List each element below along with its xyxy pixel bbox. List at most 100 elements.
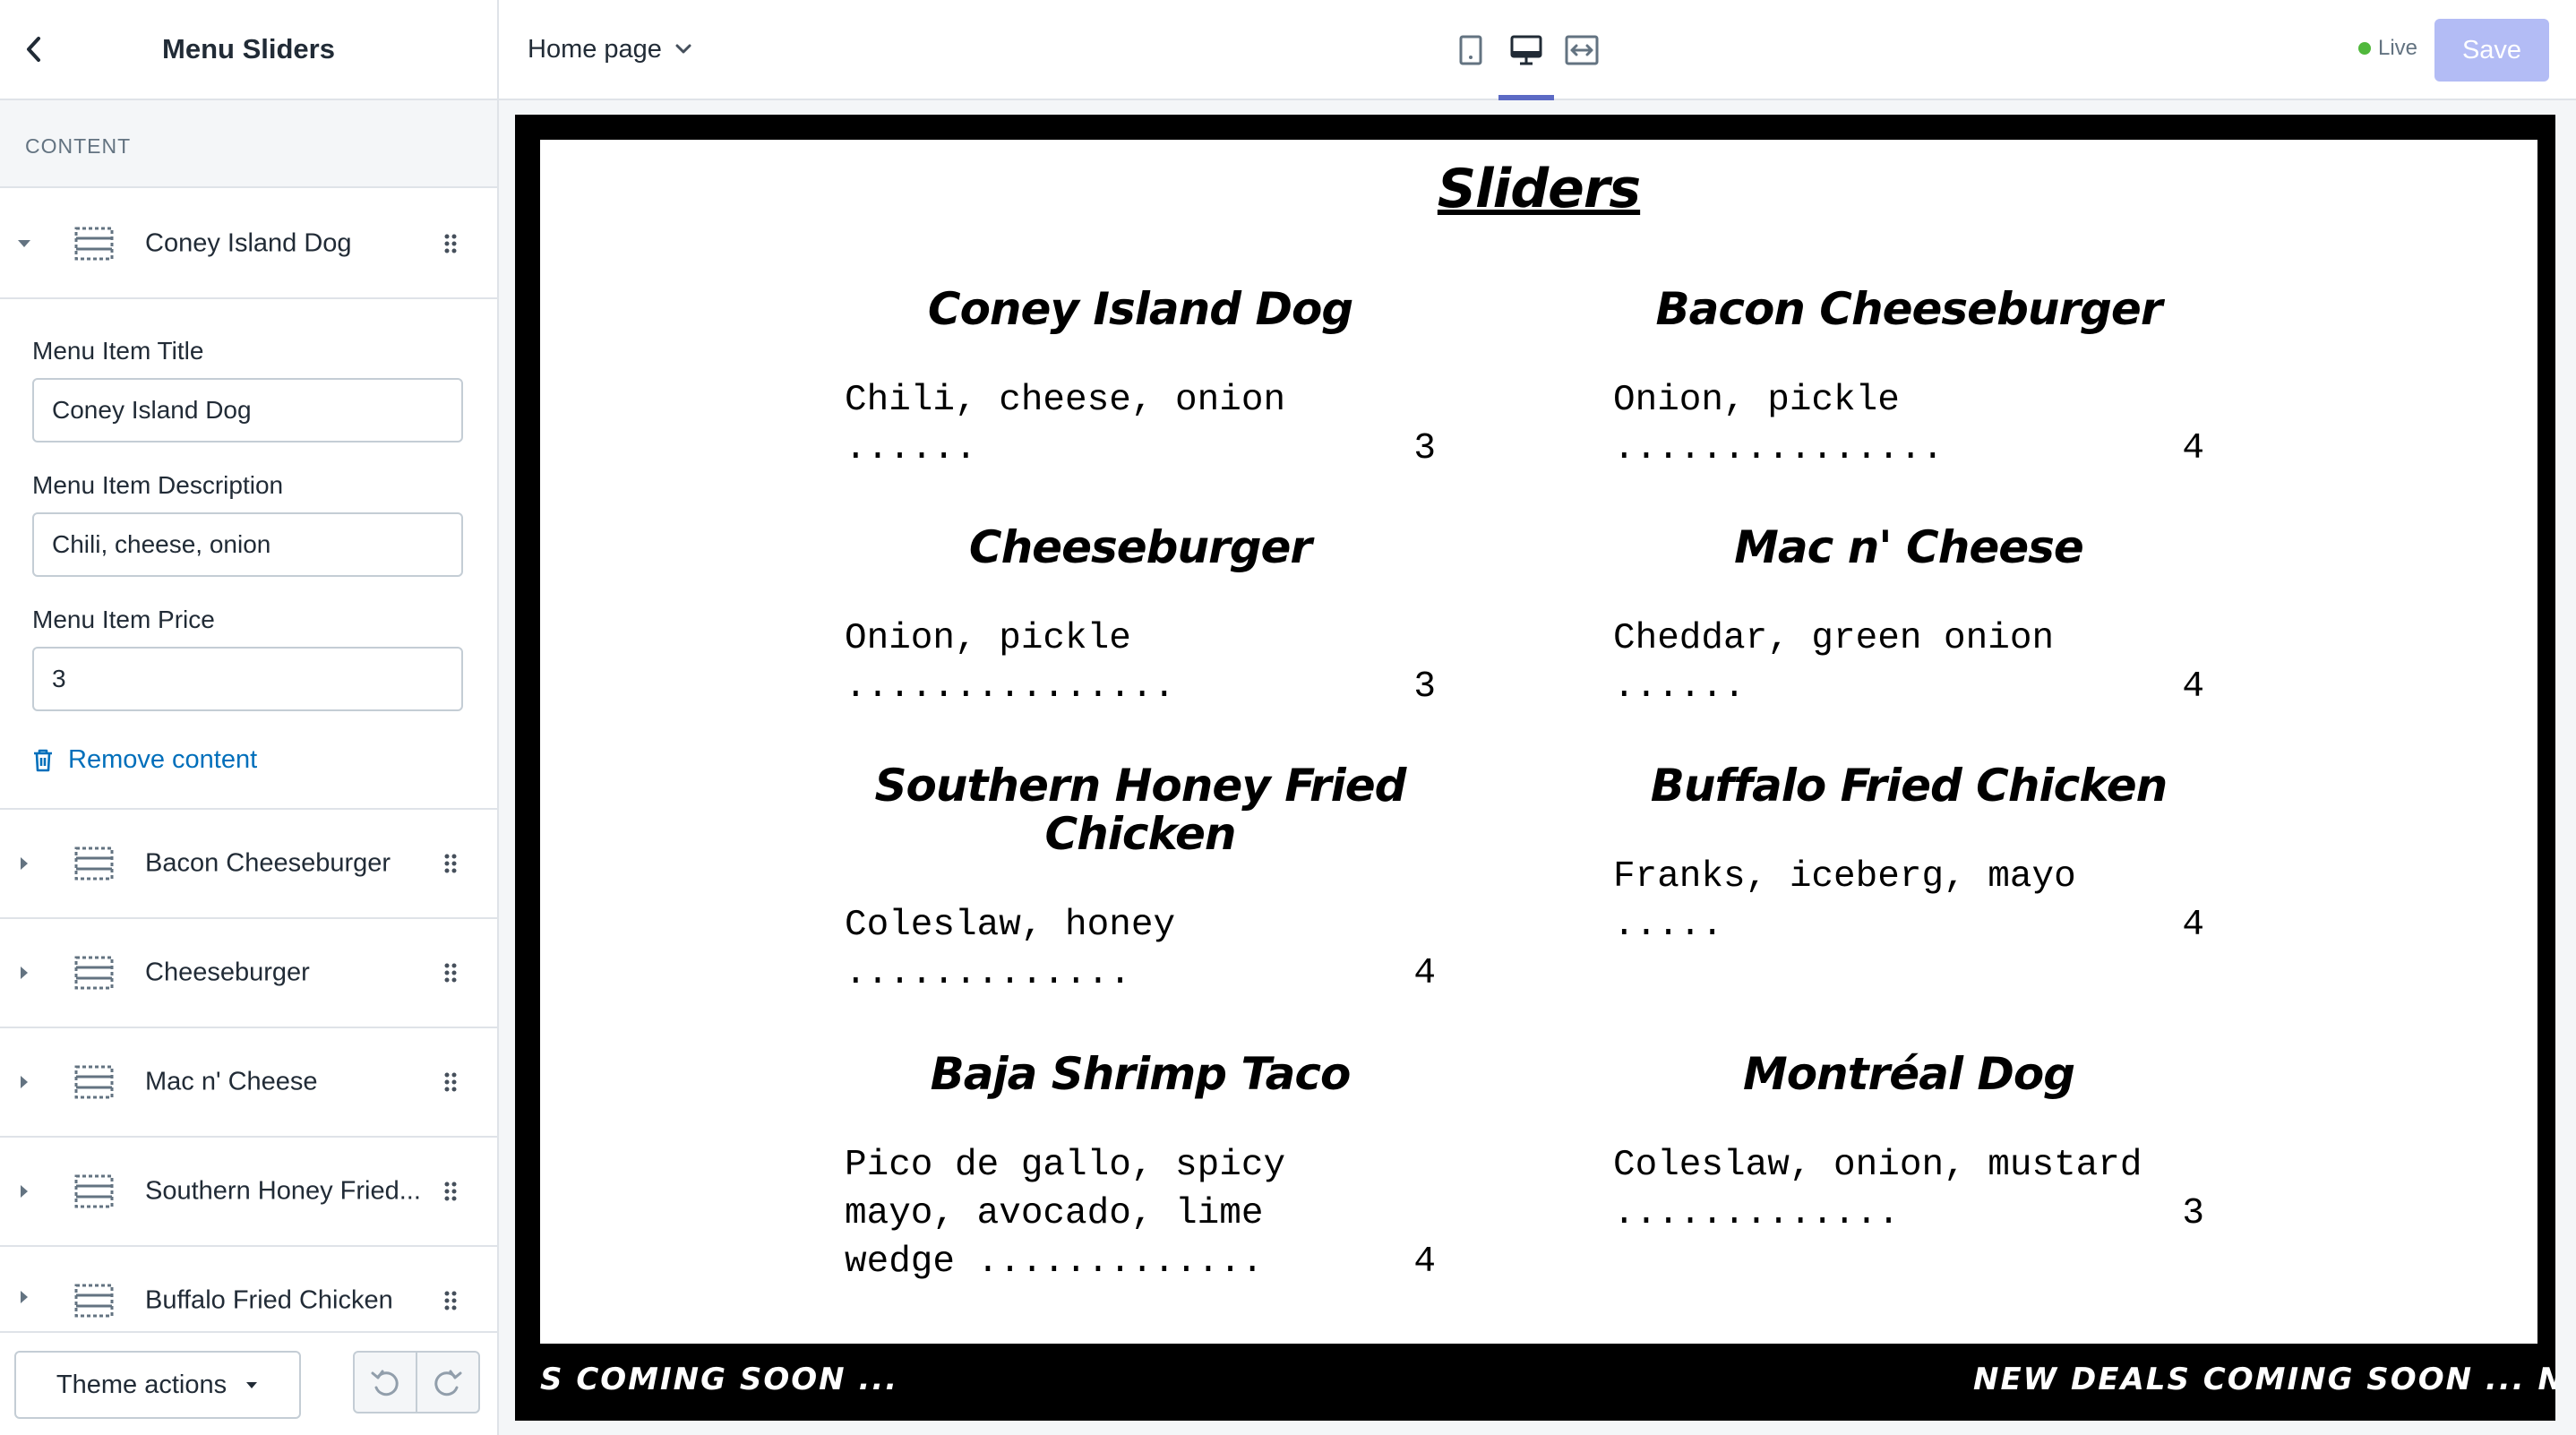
menu-item-description: Onion, pickle	[845, 618, 1131, 659]
menu-item-line: Onion, pickle ............... 3	[845, 614, 1436, 711]
block-icon	[74, 1174, 114, 1208]
menu-item-name: Montréal Dog	[1742, 1048, 2075, 1100]
caret-right-icon[interactable]	[15, 1288, 33, 1306]
menu-item: Coney Island Dog Chili, cheese, onion ..…	[845, 285, 1436, 473]
redo-icon	[434, 1370, 462, 1396]
ticker-text: S COMING SOON ...	[540, 1362, 899, 1397]
price-field-label: Menu Item Price	[32, 606, 215, 633]
caret-right-icon[interactable]	[15, 855, 33, 872]
menu-item-line: Coleslaw, onion, mustard ............. 3	[1613, 1141, 2204, 1238]
menu-item-description: Franks, iceberg, mayo	[1613, 856, 2076, 898]
title-input[interactable]: Coney Island Dog	[32, 378, 463, 443]
view-toggles	[1448, 25, 1604, 100]
caret-right-icon[interactable]	[15, 1073, 33, 1091]
menu-item: Cheeseburger Onion, pickle .............…	[845, 523, 1436, 711]
ticker-text: NEW DEALS COMING SOON ... NEW DEA	[1973, 1362, 2555, 1397]
theme-actions-label: Theme actions	[56, 1370, 228, 1399]
menu-item-price: 4	[2173, 425, 2204, 473]
price-input[interactable]: 3	[32, 647, 463, 711]
menu-item-price: 4	[1404, 950, 1436, 998]
fullscreen-icon	[1565, 35, 1599, 65]
block-icon	[74, 227, 114, 261]
menu-item-line: Chili, cheese, onion ...... 3	[845, 376, 1436, 473]
preview-frame: Sliders Coney Island Dog Chili, cheese, …	[515, 115, 2555, 1421]
menu-item-description: Onion, pickle	[1613, 380, 1900, 421]
menu-item-name: Coney Island Dog	[927, 283, 1353, 335]
drag-handle-icon[interactable]	[439, 1180, 462, 1203]
undo-icon	[371, 1370, 399, 1396]
menu-item-description: Pico de gallo, spicy mayo, avocado, lime…	[845, 1145, 1286, 1283]
block-icon	[74, 1284, 114, 1318]
block-item[interactable]: Cheeseburger	[0, 919, 497, 1028]
preview-area: Sliders Coney Island Dog Chili, cheese, …	[499, 100, 2576, 1435]
block-item-coney-island-dog[interactable]: Coney Island Dog	[0, 190, 497, 299]
section-label: CONTENT	[25, 134, 132, 158]
content-section-header: CONTENT	[0, 100, 497, 188]
caret-right-icon[interactable]	[15, 1182, 33, 1200]
live-status: Live	[2358, 36, 2417, 61]
menu-item-description: Chili, cheese, onion	[845, 380, 1286, 421]
drag-handle-icon[interactable]	[439, 1070, 462, 1094]
menu-item: Southern Honey Fried Chicken Coleslaw, h…	[845, 761, 1436, 998]
description-field-label: Menu Item Description	[32, 471, 284, 499]
caret-down-icon	[246, 1382, 258, 1388]
menu-item-name: Cheeseburger	[968, 521, 1312, 573]
desktop-view-button[interactable]	[1498, 25, 1554, 100]
menu-item-price: 4	[2173, 663, 2204, 711]
drag-handle-icon[interactable]	[439, 961, 462, 984]
menu-item-line: Onion, pickle ............... 4	[1613, 376, 2204, 473]
drag-handle-icon[interactable]	[439, 232, 462, 255]
block-label: Bacon Cheeseburger	[145, 848, 391, 878]
drag-handle-icon[interactable]	[439, 852, 462, 875]
menu-board: Sliders Coney Island Dog Chili, cheese, …	[540, 140, 2537, 1344]
menu-item-line: Pico de gallo, spicy mayo, avocado, lime…	[845, 1141, 1436, 1286]
live-label: Live	[2378, 36, 2418, 60]
menu-item-name: Bacon Cheeseburger	[1655, 283, 2162, 335]
block-item[interactable]: Mac n' Cheese	[0, 1028, 497, 1138]
menu-item-price: 3	[2173, 1190, 2204, 1238]
page-select[interactable]: Home page	[528, 29, 692, 70]
sidebar: Menu Sliders CONTENT Coney Island Dog Me…	[0, 0, 499, 1435]
redo-button[interactable]	[416, 1353, 478, 1412]
caret-right-icon[interactable]	[15, 964, 33, 982]
menu-item-name: Buffalo Fried Chicken	[1650, 760, 2168, 812]
menu-item: Mac n' Cheese Cheddar, green onion .....…	[1613, 523, 2204, 711]
block-label: Buffalo Fried Chicken	[145, 1285, 393, 1315]
mobile-view-button[interactable]	[1448, 25, 1493, 75]
menu-item-line: Cheddar, green onion ...... 4	[1613, 614, 2204, 711]
menu-item-name: Mac n' Cheese	[1734, 521, 2084, 573]
menu-item-description: Cheddar, green onion	[1613, 618, 2055, 659]
drag-handle-icon[interactable]	[439, 1289, 462, 1312]
caret-down-icon[interactable]	[15, 235, 33, 253]
block-item[interactable]: Buffalo Fried Chicken	[0, 1247, 497, 1331]
menu-item: Bacon Cheeseburger Onion, pickle .......…	[1613, 285, 2204, 473]
menu-item-price: 4	[1404, 1238, 1436, 1286]
block-icon	[74, 956, 114, 990]
description-input[interactable]: Chili, cheese, onion	[32, 512, 463, 577]
block-item[interactable]: Southern Honey Fried...	[0, 1138, 497, 1247]
theme-actions-button[interactable]: Theme actions	[14, 1351, 301, 1419]
page-select-label: Home page	[528, 35, 662, 64]
top-bar: Home page Live Save	[499, 0, 2576, 100]
sidebar-footer: Theme actions	[0, 1331, 497, 1435]
menu-item: Montréal Dog Coleslaw, onion, mustard ..…	[1613, 1050, 2204, 1238]
remove-content-label: Remove content	[68, 745, 258, 774]
block-item[interactable]: Bacon Cheeseburger	[0, 810, 497, 919]
fullscreen-view-button[interactable]	[1559, 25, 1604, 75]
live-dot-icon	[2358, 42, 2371, 55]
sidebar-header: Menu Sliders	[0, 0, 497, 100]
block-label: Cheeseburger	[145, 958, 310, 987]
remove-content-link[interactable]: Remove content	[32, 745, 257, 775]
block-label: Southern Honey Fried...	[145, 1176, 421, 1206]
save-button[interactable]: Save	[2434, 19, 2549, 82]
title-field-label: Menu Item Title	[32, 337, 204, 365]
trash-icon	[34, 749, 52, 771]
menu-item-name: Baja Shrimp Taco	[930, 1048, 1352, 1100]
menu-item-price: 4	[2173, 901, 2204, 950]
menu-item-description: Coleslaw, honey	[845, 905, 1176, 946]
menu-item-description: Coleslaw, onion, mustard	[1613, 1145, 2142, 1186]
sidebar-title: Menu Sliders	[162, 33, 335, 64]
mobile-icon	[1459, 35, 1482, 65]
block-icon	[74, 846, 114, 881]
undo-button[interactable]	[355, 1353, 416, 1412]
